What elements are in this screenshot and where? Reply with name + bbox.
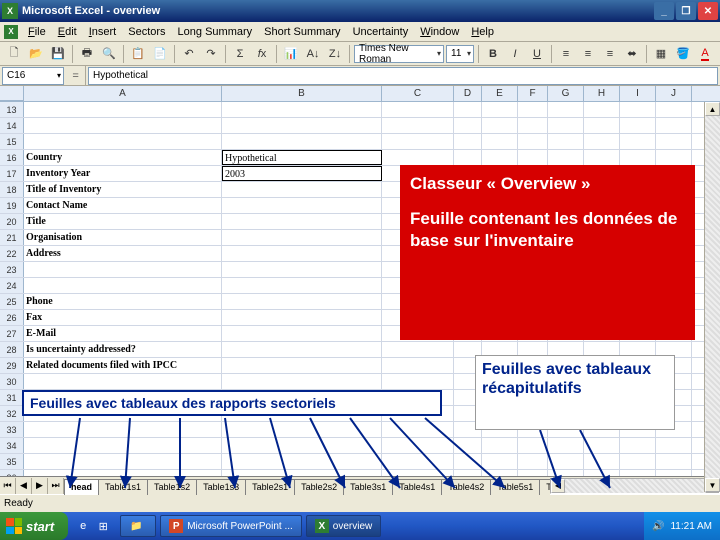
annotation-white-box: Feuilles avec tableaux récapitulatifs — [475, 355, 675, 430]
annotation-feuille: Feuille contenant les données de base su… — [410, 208, 685, 251]
annotation-blue-box: Feuilles avec tableaux des rapports sect… — [22, 390, 442, 416]
annotation-red-box: Classeur « Overview » Feuille contenant … — [400, 165, 695, 340]
annotation-classeur: Classeur « Overview » — [410, 173, 685, 194]
